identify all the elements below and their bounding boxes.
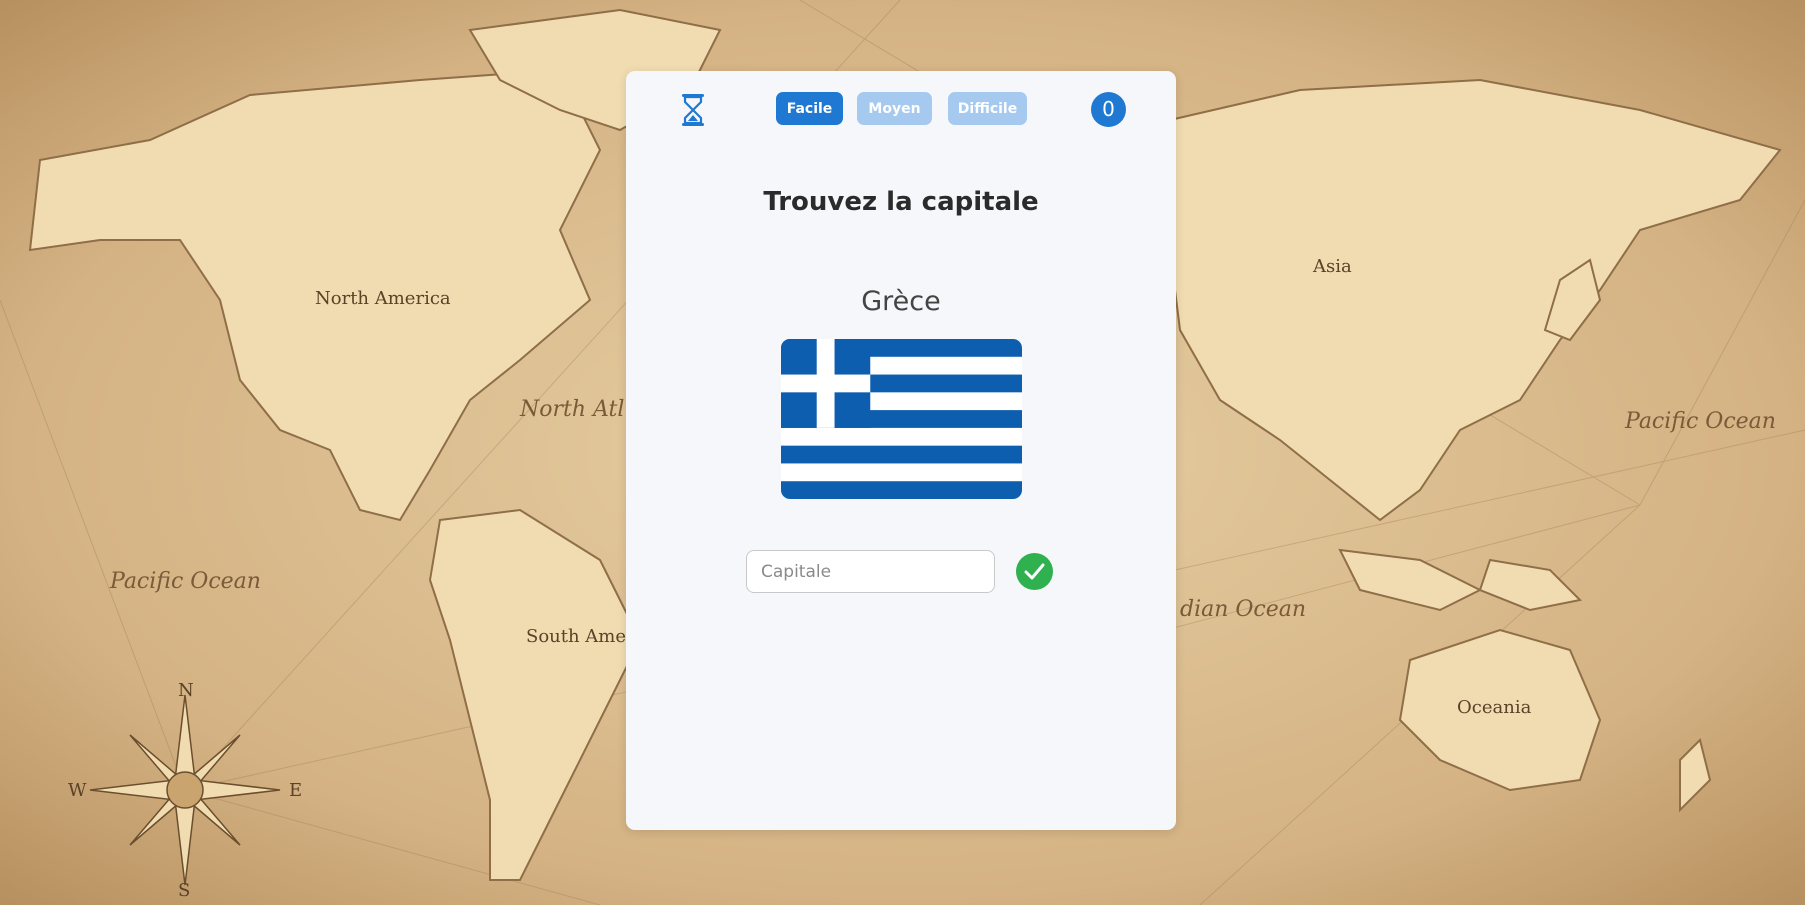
map-label-north-america: North America: [315, 288, 451, 309]
map-label-south-america: South Amer: [526, 626, 635, 647]
compass-label-e: E: [289, 780, 303, 801]
compass-label-n: N: [178, 680, 194, 701]
greece-flag-icon: [781, 339, 1022, 499]
score-badge: 0: [1091, 92, 1126, 127]
compass-label-s: S: [178, 880, 191, 901]
capital-input[interactable]: [746, 550, 995, 593]
level-facile-button[interactable]: Facile: [776, 92, 843, 125]
map-label-north-atlantic: North Atl: [520, 397, 625, 422]
compass-label-w: W: [68, 780, 87, 801]
map-label-indian-ocean: dian Ocean: [1180, 597, 1307, 622]
map-label-oceania: Oceania: [1457, 697, 1532, 718]
hourglass-icon[interactable]: [680, 93, 706, 127]
quiz-card: Facile Moyen Difficile 0 Trouvez la capi…: [626, 71, 1176, 830]
map-label-pacific-ocean-right: Pacific Ocean: [1625, 409, 1776, 434]
page: North America North Atl South Amer Asia …: [0, 0, 1805, 905]
check-icon: [1024, 563, 1045, 580]
level-moyen-button[interactable]: Moyen: [857, 92, 932, 125]
question-title: Trouvez la capitale: [763, 187, 1039, 217]
map-label-asia: Asia: [1313, 256, 1352, 277]
country-name: Grèce: [861, 286, 941, 317]
submit-answer-button[interactable]: [1016, 553, 1053, 590]
level-difficile-button[interactable]: Difficile: [948, 92, 1027, 125]
map-label-pacific-ocean-left: Pacific Ocean: [110, 569, 261, 594]
